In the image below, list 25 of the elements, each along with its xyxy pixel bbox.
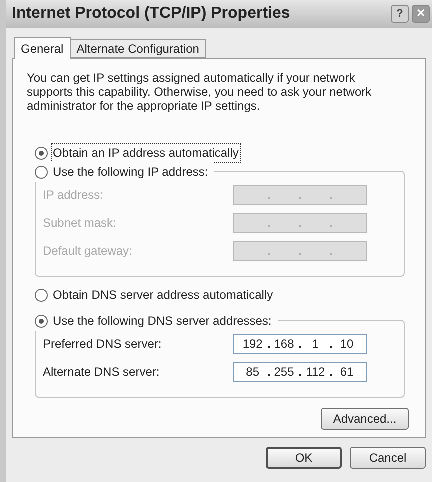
field-label: Default gateway:: [43, 243, 134, 260]
window-title: Internet Protocol (TCP/IP) Properties: [12, 4, 290, 24]
field-label: IP address:: [43, 187, 104, 204]
ip-address-field[interactable]: [233, 185, 367, 205]
tab[interactable]: Alternate Configuration: [70, 39, 206, 58]
field-label: Subnet mask:: [43, 215, 118, 232]
field-label: Alternate DNS server:: [43, 364, 161, 381]
ip-address-field[interactable]: [233, 213, 367, 233]
radio-button[interactable]: [35, 146, 48, 160]
radio-label[interactable]: Use the following DNS server addresses:: [51, 311, 274, 331]
radio-button[interactable]: [35, 288, 48, 302]
ip-address-field[interactable]: 192 168 1 10: [233, 334, 367, 354]
tab[interactable]: General: [14, 37, 71, 59]
radio-label[interactable]: Obtain DNS server address automatically: [51, 285, 276, 305]
radio-button[interactable]: [35, 314, 48, 328]
radio-label[interactable]: Use the following IP address:: [51, 162, 210, 182]
dialog-button[interactable]: Cancel: [350, 447, 426, 469]
dialog-button[interactable]: OK: [266, 447, 342, 469]
help-button[interactable]: ?: [391, 5, 409, 23]
ip-address-field[interactable]: [233, 241, 367, 261]
radio-button[interactable]: [35, 166, 48, 178]
intro-text: You can get IP settings assigned automatically if your network supports this capability. Otherwise, you need to ask your network administrator for the appropriate IP settings.: [27, 71, 373, 113]
field-label: Preferred DNS server:: [43, 336, 163, 353]
ip-address-field[interactable]: 85 255 112 61: [233, 362, 367, 382]
advanced-button[interactable]: Advanced...: [321, 408, 409, 430]
